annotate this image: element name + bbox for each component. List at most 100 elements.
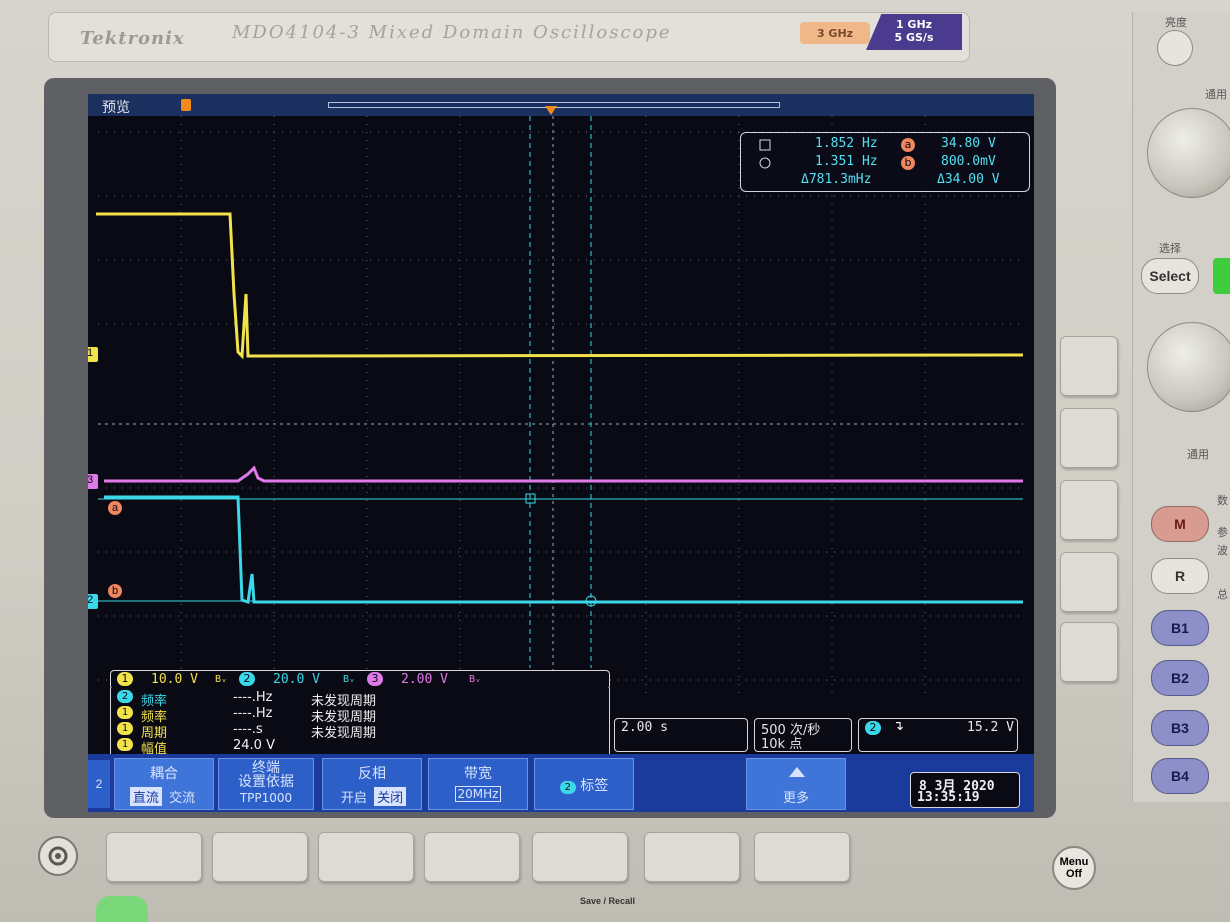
more-label: 更多 xyxy=(782,791,809,806)
fine-indicator xyxy=(1213,258,1230,294)
invert-options: 开启 关闭 xyxy=(323,787,421,806)
square-cursor-icon xyxy=(759,139,771,151)
model-name: MDO4104-3 Mixed Domain Oscilloscope xyxy=(232,22,672,43)
ch1-bandwidth-icon: Bᵥ xyxy=(215,674,228,685)
label-menu-button[interactable]: 2 标签 xyxy=(534,758,634,810)
side-text-1: 数 xyxy=(1217,494,1228,507)
ref-a-badge: a xyxy=(901,138,915,152)
ch2-waveform xyxy=(104,495,1023,604)
invert-menu-button[interactable]: 反相 开启 关闭 xyxy=(322,758,422,810)
bandwidth-badge-line2: 5 GS/s xyxy=(894,31,934,44)
math-button[interactable]: M xyxy=(1151,506,1209,542)
record-length: 10k 点 xyxy=(761,737,803,752)
measurement-ch-badge: 1 xyxy=(117,738,133,751)
general-purpose-knob-a[interactable] xyxy=(1147,108,1230,198)
menu-off-line2: Off xyxy=(1066,868,1082,880)
ch1-scale-badge: 1 xyxy=(117,672,133,686)
time: 13:35:19 xyxy=(917,790,980,805)
bottom-menu-button-6[interactable] xyxy=(644,832,740,882)
label-ch-badge: 2 xyxy=(559,781,576,794)
bus-b3-button[interactable]: B3 xyxy=(1151,710,1209,746)
side-text-4: 总 xyxy=(1217,588,1228,601)
date-time-readout: 8 3月 2020 13:35:19 xyxy=(910,772,1020,808)
select-button[interactable]: Select xyxy=(1141,258,1199,294)
side-menu-button-3[interactable] xyxy=(1060,480,1118,540)
trigger-readout: 2 ↴ 15.2 V xyxy=(858,718,1018,752)
general-label-bottom: 通用 xyxy=(1187,448,1209,461)
right-control-panel: 亮度 通用 选择 Select 通用 M R B1 B2 B3 B4 数 参 波… xyxy=(1132,12,1230,802)
bus-b4-button[interactable]: B4 xyxy=(1151,758,1209,794)
bottom-menu-button-1[interactable] xyxy=(106,832,202,882)
ch3-scale: 2.00 V xyxy=(401,672,448,687)
bottom-menu-button-5[interactable] xyxy=(532,832,628,882)
bandwidth-value-wrap: 20MHz xyxy=(429,786,527,802)
coupling-ac[interactable]: 交流 xyxy=(166,787,198,806)
ch3-scale-badge: 3 xyxy=(367,672,383,686)
ref-a-marker: a xyxy=(108,501,122,515)
bottom-menu-button-3[interactable] xyxy=(318,832,414,882)
coupling-options: 直流 交流 xyxy=(115,787,213,806)
side-text-2: 参 xyxy=(1217,526,1228,539)
bandwidth-title: 带宽 xyxy=(464,766,492,782)
brightness-knob[interactable] xyxy=(1157,30,1193,66)
measurement-value: ----.Hz xyxy=(233,690,273,705)
measurement-row: 1 周期 ----.s 未发现周期 xyxy=(117,722,607,741)
coupling-title: 耦合 xyxy=(150,766,178,782)
circle-cursor-icon xyxy=(759,157,771,169)
measurement-value: 24.0 V xyxy=(233,738,275,753)
side-menu-button-4[interactable] xyxy=(1060,552,1118,612)
ref-b-marker: b xyxy=(108,584,122,598)
menu-off-button[interactable]: Menu Off xyxy=(1052,846,1096,890)
ch2-scale-badge: 2 xyxy=(239,672,255,686)
invert-title: 反相 xyxy=(358,766,386,782)
bottom-menu-button-7[interactable] xyxy=(754,832,850,882)
bottom-menu-button-4[interactable] xyxy=(424,832,520,882)
more-menu-button[interactable]: 更多 xyxy=(746,758,846,810)
termination-title: 终端 设置依据 xyxy=(219,761,313,789)
bottom-menu-button-2[interactable] xyxy=(212,832,308,882)
cursor-readout: 1.852 Hz a 34.80 V 1.351 Hz b 800.0mV Δ7… xyxy=(740,132,1030,192)
menu-channel-tab[interactable]: 2 xyxy=(88,760,110,808)
bandwidth-menu-button[interactable]: 带宽 20MHz xyxy=(428,758,528,810)
brand-logo: Tektronix xyxy=(80,28,185,49)
termination-title-line2: 设置依据 xyxy=(238,774,294,790)
timebase-value: 2.00 s xyxy=(621,720,668,735)
measurement-ch-badge: 1 xyxy=(117,706,133,719)
side-menu-button-1[interactable] xyxy=(1060,336,1118,396)
invert-on[interactable]: 开启 xyxy=(338,787,370,806)
coupling-menu-button[interactable]: 耦合 直流 交流 xyxy=(114,758,214,810)
general-purpose-knob-b[interactable] xyxy=(1147,322,1230,412)
oscilloscope-screen: 预览 1 3 2 a b 1.852 Hz a 34.80 V 1.351 Hz… xyxy=(88,94,1034,812)
square-cursor-freq: 1.852 Hz xyxy=(815,136,878,151)
cursor-a-value: 34.80 V xyxy=(941,136,996,151)
ch1-scale: 10.0 V xyxy=(151,672,198,687)
side-menu-button-5[interactable] xyxy=(1060,622,1118,682)
power-button[interactable] xyxy=(96,896,148,922)
menu-off-line1: Menu xyxy=(1059,856,1089,868)
bus-b2-button[interactable]: B2 xyxy=(1151,660,1209,696)
termination-menu-button[interactable]: 终端 设置依据 TPP1000 xyxy=(218,758,314,810)
reference-button[interactable]: R xyxy=(1151,558,1209,594)
brightness-label: 亮度 xyxy=(1165,16,1187,29)
invert-off[interactable]: 关闭 xyxy=(374,787,407,806)
settings-gear-icon[interactable] xyxy=(38,836,78,876)
coupling-dc[interactable]: 直流 xyxy=(129,787,162,806)
circle-cursor-freq: 1.351 Hz xyxy=(815,154,878,169)
rf-badge: 3 GHz xyxy=(800,22,870,44)
measurement-panel: 2 频率 ----.Hz 未发现周期 1 频率 ----.Hz 未发现周期 1 … xyxy=(110,688,610,757)
side-menu-button-2[interactable] xyxy=(1060,408,1118,468)
measurement-row: 1 幅值 24.0 V xyxy=(117,738,607,757)
ref-b-badge: b xyxy=(901,156,915,170)
measurement-row: 1 频率 ----.Hz 未发现周期 xyxy=(117,706,607,725)
ch3-bandwidth-icon: Bᵥ xyxy=(469,674,482,685)
bandwidth-value: 20MHz xyxy=(454,786,502,802)
ch2-bandwidth-icon: Bᵥ xyxy=(343,674,356,685)
delta-freq: Δ781.3mHz xyxy=(801,172,872,187)
trigger-ch-badge: 2 xyxy=(865,721,881,735)
timebase-readout: 2.00 s xyxy=(614,718,748,752)
bottom-menu: 2 耦合 直流 交流 终端 设置依据 TPP1000 反相 开启 关闭 带宽 20… xyxy=(88,754,1034,812)
bandwidth-badge: 1 GHz 5 GS/s xyxy=(866,14,962,50)
bus-b1-button[interactable]: B1 xyxy=(1151,610,1209,646)
side-text-3: 波 xyxy=(1217,544,1228,557)
label-title-wrap: 2 标签 xyxy=(535,775,633,795)
